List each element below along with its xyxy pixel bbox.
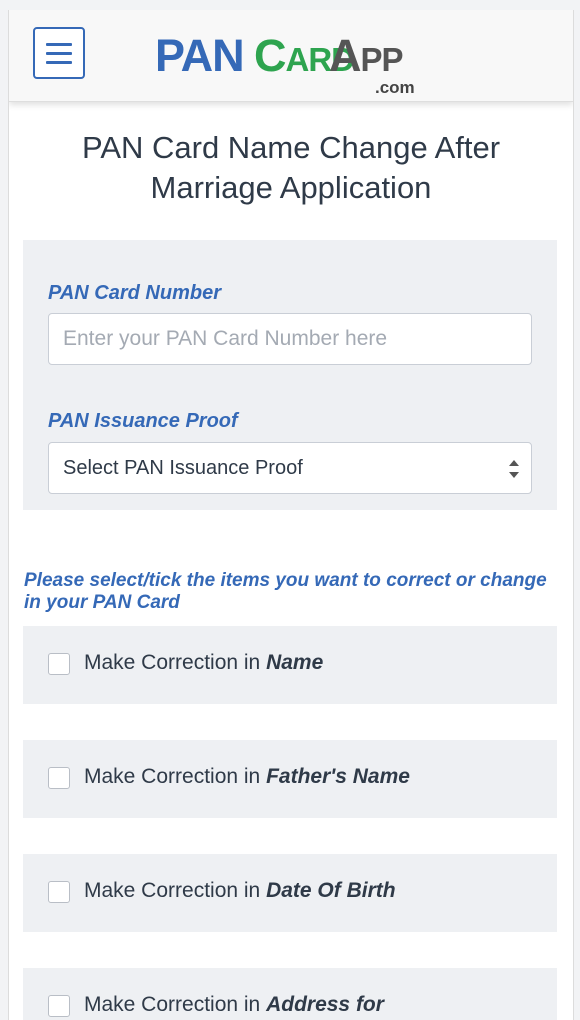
pan-proof-select[interactable]: Select PAN Issuance Proof [48, 442, 532, 494]
correction-option-name[interactable]: Make Correction in Name [23, 626, 557, 704]
top-navbar: PAN CARD APP .com [9, 10, 573, 102]
logo-app: APP [329, 30, 404, 81]
correction-label: Make Correction in Address for [84, 993, 384, 1016]
checkbox-fathers-name[interactable] [48, 767, 70, 789]
page-frame: PAN CARD APP .com PAN Card Name Change A… [8, 10, 574, 1020]
pan-proof-selected: Select PAN Issuance Proof [63, 456, 303, 479]
hamburger-menu-icon [46, 42, 72, 46]
pan-number-placeholder: Enter your PAN Card Number here [63, 327, 388, 350]
correction-option-fathers-name[interactable]: Make Correction in Father's Name [23, 740, 557, 818]
pan-number-input[interactable]: Enter your PAN Card Number here [48, 313, 532, 365]
pan-details-panel: PAN Card Number Enter your PAN Card Numb… [23, 240, 557, 510]
select-arrows-icon [509, 460, 519, 478]
correction-label: Make Correction in Date Of Birth [84, 879, 396, 902]
checkbox-name[interactable] [48, 653, 70, 675]
site-logo[interactable]: PAN CARD APP .com [155, 26, 435, 97]
page-title: PAN Card Name Change After Marriage Appl… [81, 130, 501, 205]
correction-label: Make Correction in Name [84, 651, 324, 674]
corrections-instruction: Please select/tick the items you want to… [24, 570, 547, 613]
logo-pan: PAN [155, 30, 245, 81]
menu-button[interactable] [33, 27, 85, 79]
correction-option-date-of-birth[interactable]: Make Correction in Date Of Birth [23, 854, 557, 932]
checkbox-address[interactable] [48, 995, 70, 1017]
checkbox-date-of-birth[interactable] [48, 881, 70, 903]
logo-domain: .com [375, 78, 415, 97]
pan-number-label: PAN Card Number [48, 282, 221, 304]
correction-label: Make Correction in Father's Name [84, 765, 410, 788]
pan-proof-label: PAN Issuance Proof [48, 410, 238, 432]
correction-option-address[interactable]: Make Correction in Address for [23, 968, 557, 1020]
